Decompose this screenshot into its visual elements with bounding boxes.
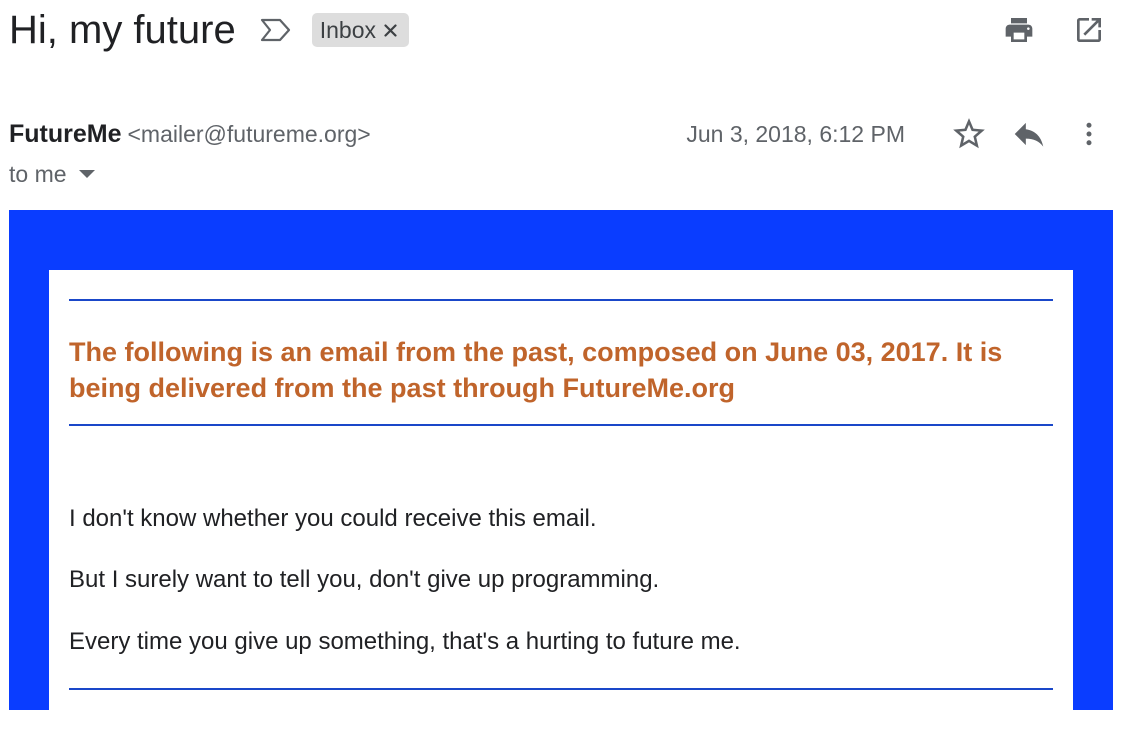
recipient-details-toggle[interactable]: to me <box>9 158 97 190</box>
divider-middle <box>69 424 1053 426</box>
body-line-2: But I surely want to tell you, don't giv… <box>69 566 660 593</box>
label-chip-text: Inbox <box>319 16 376 43</box>
open-in-new-icon[interactable] <box>1069 10 1109 50</box>
recipient-text: to me <box>9 160 67 187</box>
subject-row: Hi, my future Inbox <box>9 6 409 54</box>
divider-top <box>69 299 1053 301</box>
body-line-3: Every time you give up something, that's… <box>69 628 741 655</box>
email-card: The following is an email from the past,… <box>49 270 1073 730</box>
reply-icon[interactable] <box>1007 112 1051 156</box>
print-icon[interactable] <box>999 10 1039 50</box>
email-subject: Hi, my future <box>9 8 236 52</box>
sender-email: <mailer@futureme.org> <box>127 120 371 147</box>
email-body-frame: The following is an email from the past,… <box>9 210 1113 730</box>
message-date: Jun 3, 2018, 6:12 PM <box>686 120 905 147</box>
past-email-notice: The following is an email from the past,… <box>69 337 1003 403</box>
close-icon[interactable] <box>383 22 399 38</box>
sender-info: FutureMe <mailer@futureme.org> <box>9 116 371 152</box>
label-chip-inbox[interactable]: Inbox <box>311 13 409 47</box>
star-icon[interactable] <box>947 112 991 156</box>
more-vertical-icon[interactable] <box>1067 112 1111 156</box>
divider-bottom <box>69 688 1053 690</box>
important-marker-icon[interactable] <box>260 17 292 43</box>
message-actions: Jun 3, 2018, 6:12 PM <box>686 112 1111 156</box>
caret-down-icon[interactable] <box>77 164 97 184</box>
header-actions <box>969 10 1109 50</box>
sender-name[interactable]: FutureMe <box>9 120 122 149</box>
body-line-1: I don't know whether you could receive t… <box>69 505 597 532</box>
